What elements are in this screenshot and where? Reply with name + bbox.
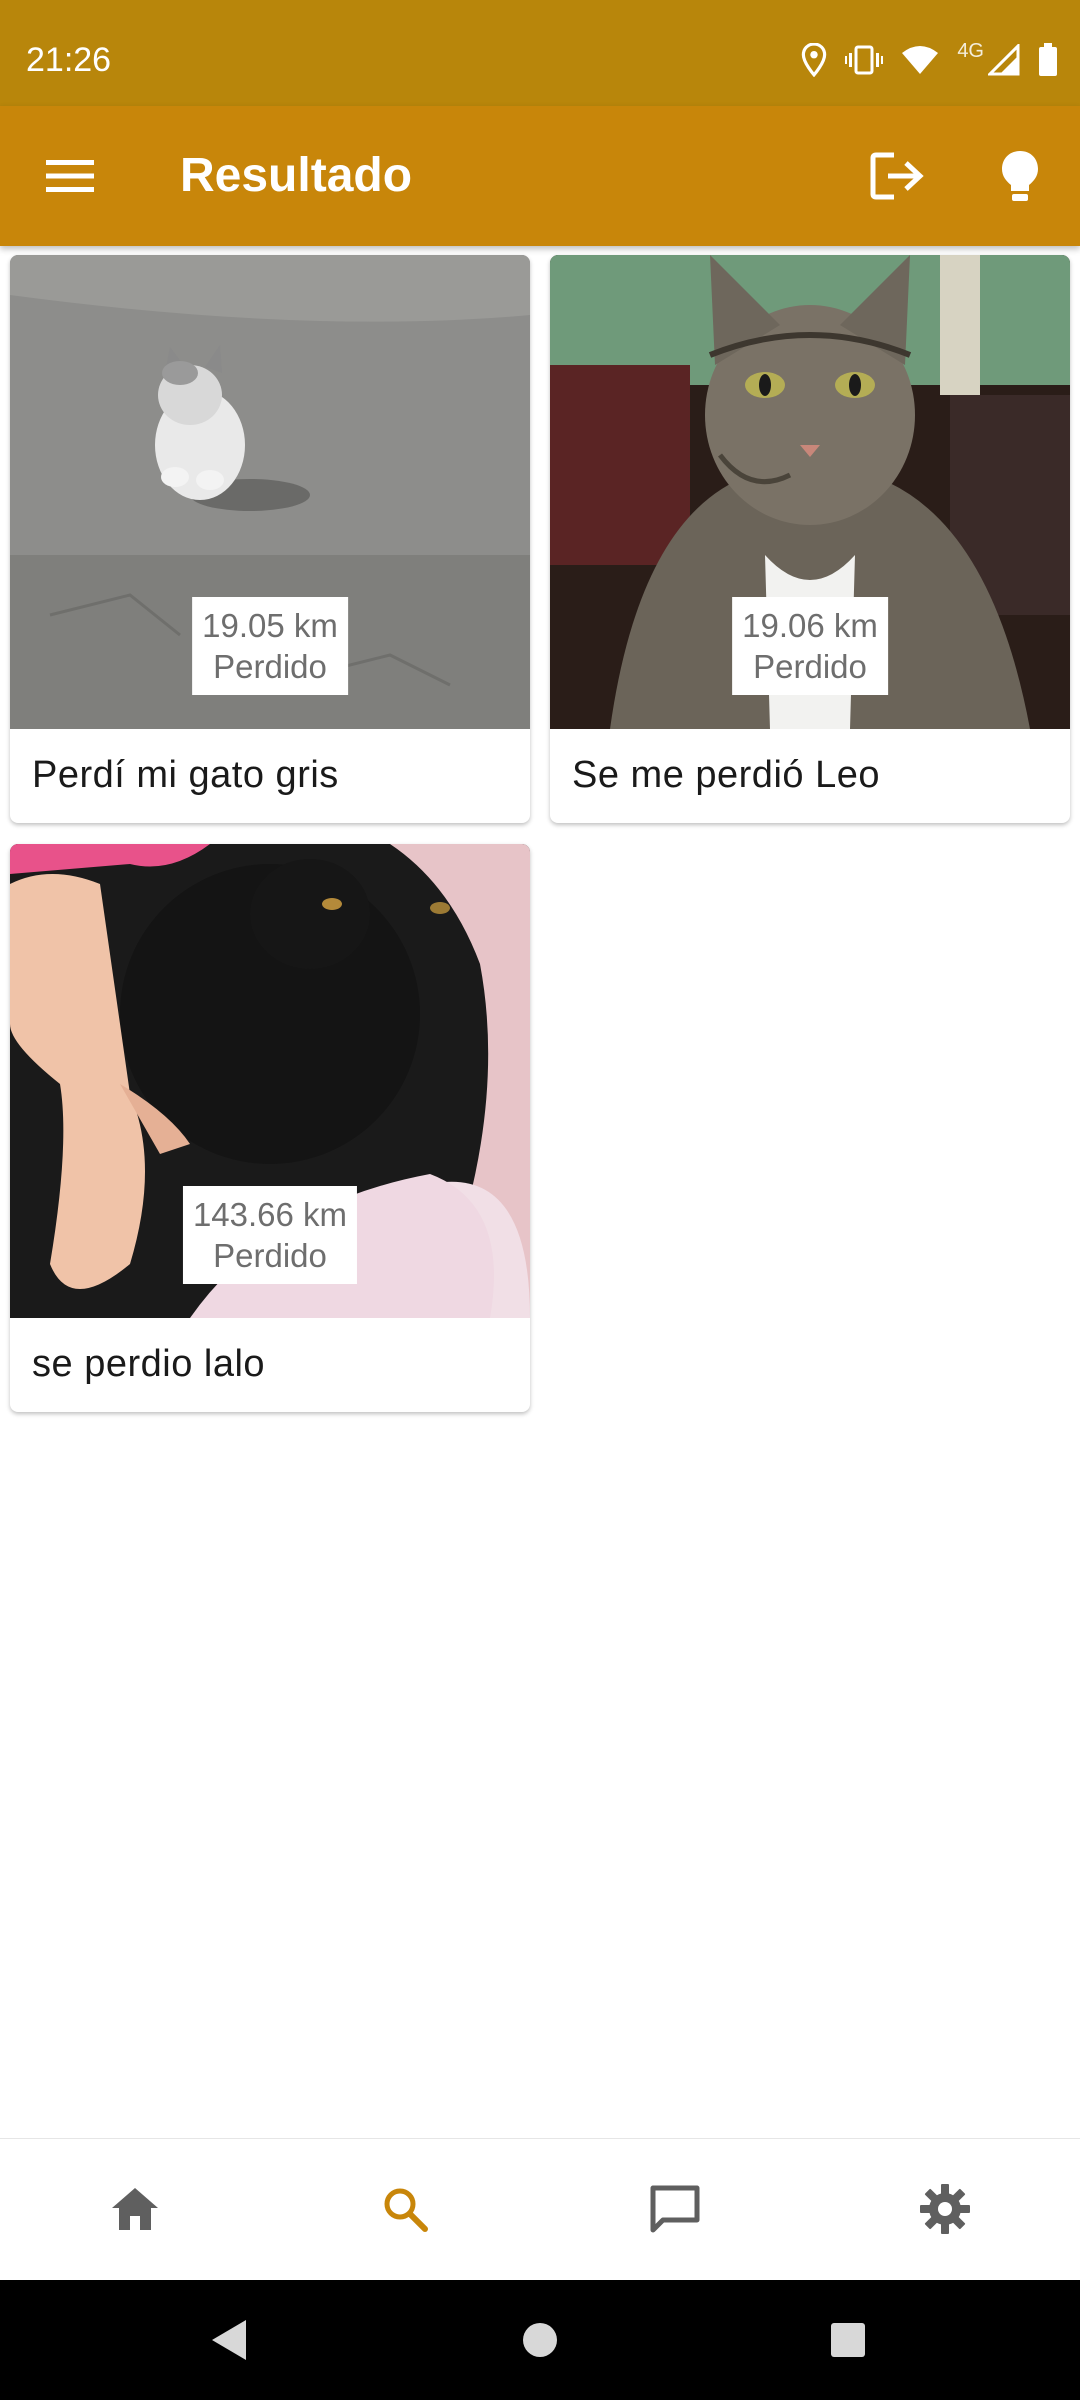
status-text: Perdido (213, 1237, 327, 1274)
wifi-icon (901, 45, 939, 75)
location-icon (801, 43, 827, 77)
page-title: Resultado (180, 149, 413, 202)
distance-text: 19.05 km (202, 607, 338, 644)
recents-icon[interactable] (818, 2310, 878, 2370)
search-icon[interactable] (375, 2179, 435, 2239)
system-navigation-bar (0, 2280, 1080, 2400)
distance-text: 143.66 km (192, 1196, 348, 1233)
bottom-navigation (0, 2138, 1080, 2281)
status-text: Perdido (213, 648, 327, 685)
status-bar: 21:26 4G (0, 0, 1080, 106)
card-title: Se me perdió Leo (572, 754, 880, 796)
card-title: Perdí mi gato gris (32, 754, 339, 796)
vibrate-icon (845, 45, 884, 75)
battery-icon (1038, 43, 1058, 77)
settings-icon[interactable] (915, 2179, 975, 2239)
distance-badge: 19.06 km Perdido (732, 597, 888, 695)
status-text: Perdido (753, 648, 867, 685)
app-bar: Resultado (0, 106, 1080, 246)
hamburger-menu-icon[interactable] (40, 148, 100, 204)
signal-icon (988, 44, 1020, 76)
status-time: 21:26 (26, 41, 112, 79)
result-card[interactable]: 19.06 km Perdido Se me perdió Leo (550, 255, 1070, 823)
lightbulb-icon[interactable] (990, 146, 1050, 206)
back-icon[interactable] (198, 2310, 258, 2370)
network-type-label: 4G (957, 39, 984, 62)
result-card[interactable]: 19.05 km Perdido Perdí mi gato gris (10, 255, 530, 823)
logout-icon[interactable] (866, 146, 930, 206)
card-title: se perdio lalo (32, 1343, 266, 1385)
status-icons: 4G (801, 38, 1058, 82)
home-circle-icon[interactable] (510, 2310, 570, 2370)
distance-badge: 143.66 km Perdido (182, 1186, 358, 1284)
result-card[interactable]: 143.66 km Perdido se perdio lalo (10, 844, 530, 1412)
home-icon[interactable] (105, 2179, 165, 2239)
distance-text: 19.06 km (742, 607, 878, 644)
chat-icon[interactable] (645, 2179, 705, 2239)
distance-badge: 19.05 km Perdido (192, 597, 348, 695)
